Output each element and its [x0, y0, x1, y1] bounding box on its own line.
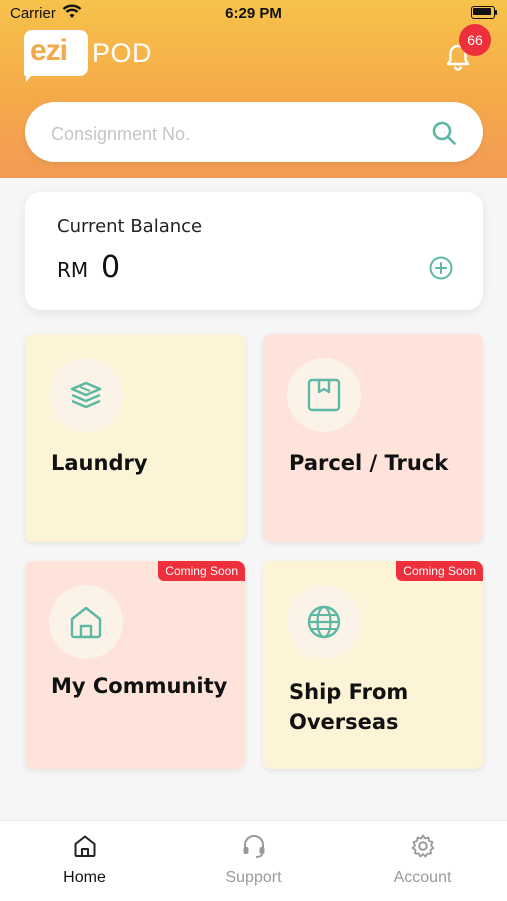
tab-support-label: Support: [225, 869, 282, 886]
app-logo: ezi POD: [24, 30, 154, 84]
service-tile-laundry[interactable]: Laundry: [25, 334, 245, 542]
tab-home-label: Home: [63, 869, 106, 886]
tab-account-label: Account: [393, 869, 452, 886]
logo-pod-text: POD: [92, 38, 153, 68]
balance-card: Current Balance RM 0: [25, 192, 483, 310]
consignment-search-input[interactable]: [49, 120, 423, 148]
service-title-line-1: Ship From: [289, 680, 409, 704]
balance-currency: RM: [57, 258, 89, 282]
logo-ezi-text: ezi: [30, 34, 68, 67]
battery-icon: [471, 6, 497, 19]
search-bar: [25, 102, 483, 162]
service-title: My Community: [51, 674, 228, 698]
box-icon: [307, 378, 341, 412]
headset-icon: [243, 835, 265, 858]
laundry-icon-badge: [49, 358, 123, 432]
overseas-icon-badge: [287, 585, 361, 659]
service-tile-ship-from-overseas[interactable]: Coming Soon Ship From Overseas: [263, 561, 483, 769]
service-title-line-2: Overseas: [289, 710, 399, 734]
parcel-icon-badge: [287, 358, 361, 432]
balance-amount: 0: [101, 250, 121, 285]
clock: 6:29 PM: [225, 5, 282, 22]
coming-soon-badge: Coming Soon: [396, 561, 483, 581]
gear-icon: [411, 834, 435, 858]
community-icon-badge: [49, 585, 123, 659]
service-tile-my-community[interactable]: Coming Soon My Community: [25, 561, 245, 769]
bottom-tab-bar: Home Support Account: [0, 820, 507, 901]
status-bar: Carrier 6:29 PM: [0, 0, 507, 28]
add-balance-icon[interactable]: [429, 256, 453, 280]
tab-account[interactable]: Account: [338, 821, 507, 901]
tab-support[interactable]: Support: [169, 821, 338, 901]
service-title: Parcel / Truck: [289, 451, 449, 475]
search-icon[interactable]: [431, 120, 457, 146]
home-icon: [70, 606, 102, 639]
coming-soon-badge: Coming Soon: [158, 561, 245, 581]
globe-icon: [307, 605, 341, 639]
layers-icon: [70, 381, 102, 409]
tab-home[interactable]: Home: [0, 821, 169, 901]
notification-badge[interactable]: 66: [459, 24, 491, 56]
balance-label: Current Balance: [57, 216, 203, 237]
service-tile-parcel-truck[interactable]: Parcel / Truck: [263, 334, 483, 542]
service-title: Laundry: [51, 451, 148, 475]
home-icon: [74, 835, 96, 857]
